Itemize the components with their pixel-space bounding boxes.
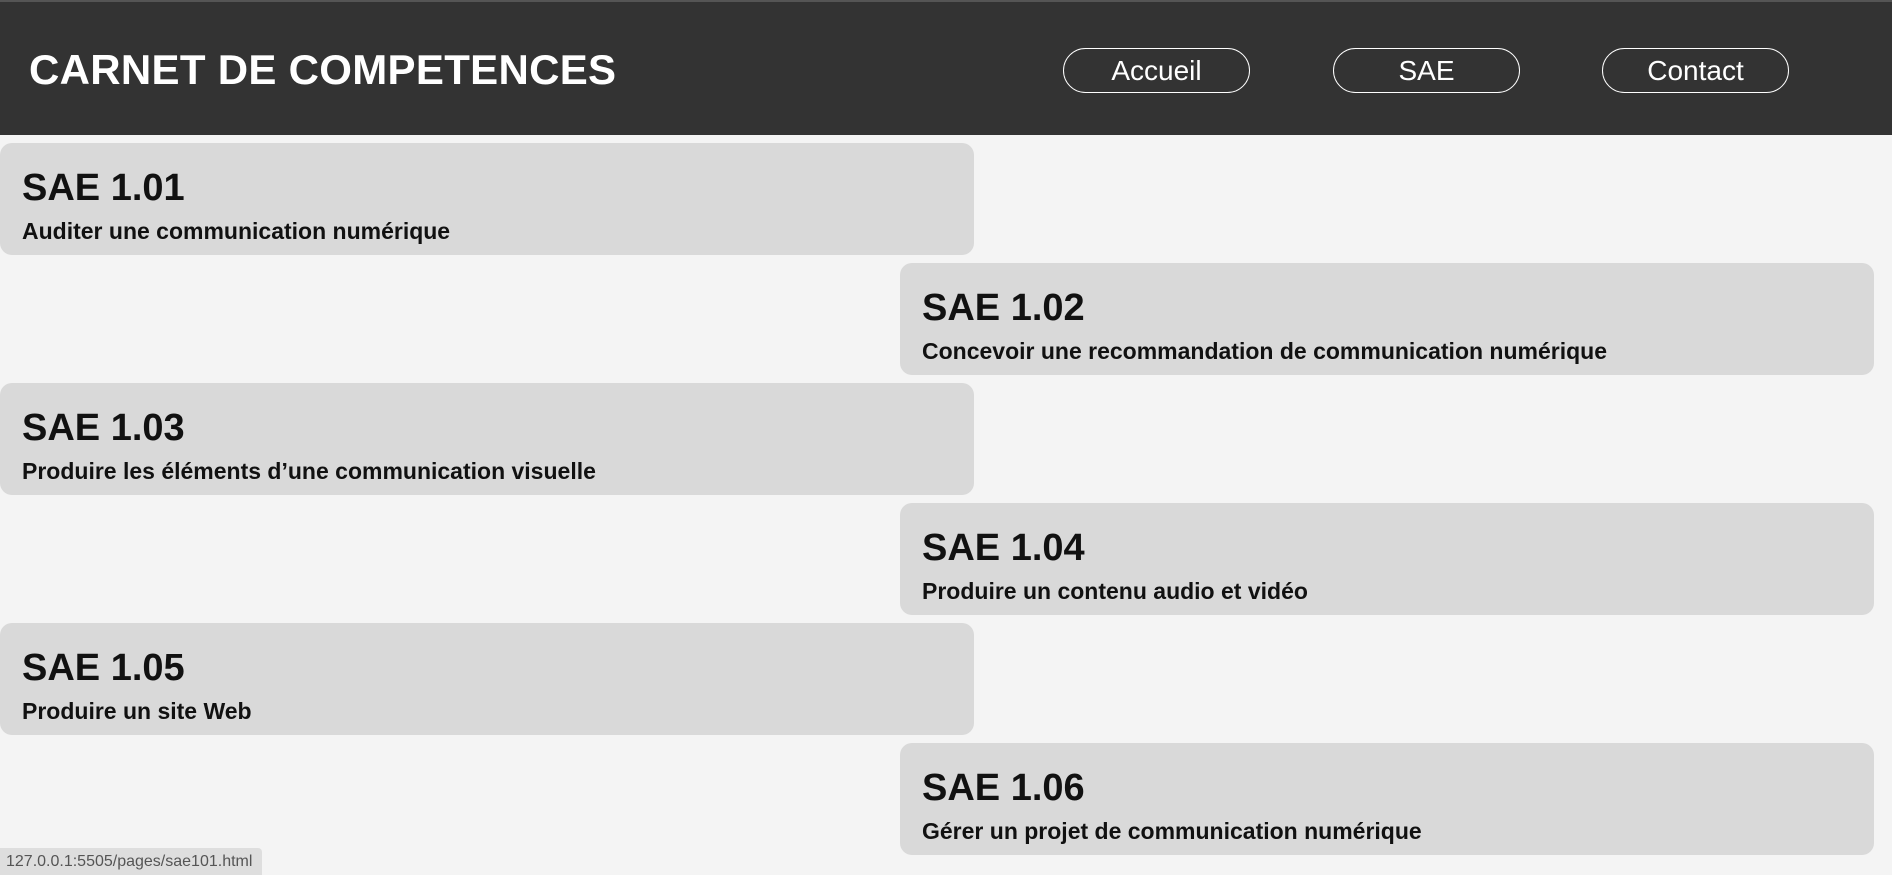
sae-code: SAE 1.02 xyxy=(922,287,1085,329)
sae-description: Concevoir une recommandation de communic… xyxy=(922,338,1608,364)
nav-accueil-button[interactable]: Accueil xyxy=(1063,48,1250,93)
site-title: CARNET DE COMPETENCES xyxy=(29,46,617,93)
sae-card-1-01[interactable]: SAE 1.01 Auditer une communication numér… xyxy=(0,143,974,255)
sae-description: Gérer un projet de communication numériq… xyxy=(922,818,1422,844)
nav-sae-button[interactable]: SAE xyxy=(1333,48,1520,93)
site-header: CARNET DE COMPETENCES Accueil SAE Contac… xyxy=(0,0,1892,135)
sae-code: SAE 1.03 xyxy=(22,407,185,449)
sae-code: SAE 1.06 xyxy=(922,767,1085,809)
sae-code: SAE 1.05 xyxy=(22,647,185,689)
sae-card-1-06[interactable]: SAE 1.06 Gérer un projet de communicatio… xyxy=(900,743,1874,855)
sae-card-1-05[interactable]: SAE 1.05 Produire un site Web xyxy=(0,623,974,735)
sae-card-1-02[interactable]: SAE 1.02 Concevoir une recommandation de… xyxy=(900,263,1874,375)
sae-code: SAE 1.01 xyxy=(22,167,185,209)
sae-code: SAE 1.04 xyxy=(922,527,1085,569)
sae-card-1-03[interactable]: SAE 1.03 Produire les éléments d’une com… xyxy=(0,383,974,495)
sae-description: Auditer une communication numérique xyxy=(22,218,451,244)
sae-card-1-04[interactable]: SAE 1.04 Produire un contenu audio et vi… xyxy=(900,503,1874,615)
sae-description: Produire un contenu audio et vidéo xyxy=(922,578,1308,604)
link-status-bar: 127.0.0.1:5505/pages/sae101.html xyxy=(0,848,263,875)
nav-contact-button[interactable]: Contact xyxy=(1602,48,1789,93)
sae-description: Produire les éléments d’une communicatio… xyxy=(22,458,596,484)
sae-description: Produire un site Web xyxy=(22,698,252,724)
